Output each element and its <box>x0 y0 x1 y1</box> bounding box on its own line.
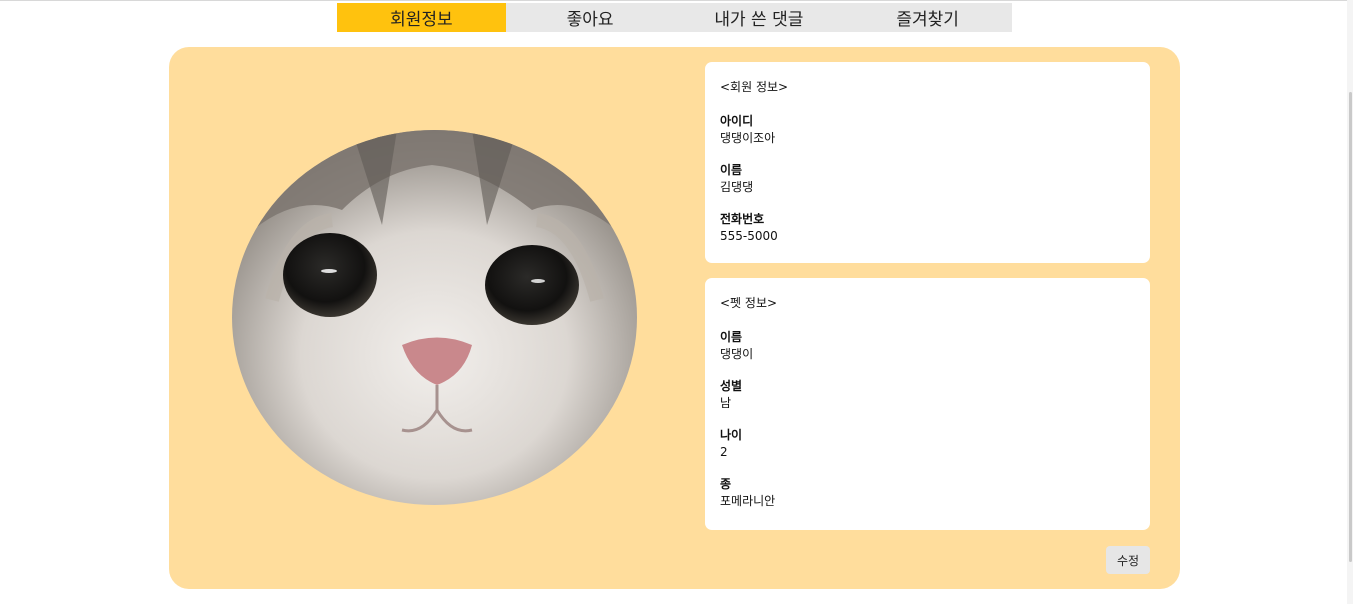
field-pet-age: 나이 2 <box>720 427 1135 461</box>
field-value: 2 <box>720 445 728 459</box>
scrollbar-thumb[interactable] <box>1349 92 1352 562</box>
tab-member-info[interactable]: 회원정보 <box>337 3 506 32</box>
field-label: 이름 <box>720 163 743 177</box>
scrollbar[interactable] <box>1347 0 1353 604</box>
field-label: 성별 <box>720 379 743 393</box>
field-label: 이름 <box>720 330 743 344</box>
profile-photo <box>232 130 637 505</box>
field-value: 남 <box>720 396 732 410</box>
tab-favorites[interactable]: 즐겨찾기 <box>843 3 1012 32</box>
field-user-name: 이름 김댕댕 <box>720 162 1135 196</box>
field-phone: 전화번호 555-5000 <box>720 211 1135 245</box>
top-divider <box>0 0 1353 1</box>
field-value: 댕댕이조아 <box>720 131 776 145</box>
tab-bar: 회원정보 좋아요 내가 쓴 댓글 즐겨찾기 <box>337 3 1012 32</box>
pet-info-card: <펫 정보> 이름 댕댕이 성별 남 나이 2 종 포메라니안 <box>705 278 1150 530</box>
field-value: 포메라니안 <box>720 494 776 508</box>
field-pet-breed: 종 포메라니안 <box>720 476 1135 510</box>
field-label: 전화번호 <box>720 212 765 226</box>
field-value: 댕댕이 <box>720 347 754 361</box>
member-info-heading: <회원 정보> <box>720 80 789 94</box>
field-user-id: 아이디 댕댕이조아 <box>720 113 1135 147</box>
tab-my-comments[interactable]: 내가 쓴 댓글 <box>674 3 844 32</box>
field-label: 나이 <box>720 428 743 442</box>
field-pet-sex: 성별 남 <box>720 378 1135 412</box>
cat-photo-icon <box>232 130 637 505</box>
edit-button[interactable]: 수정 <box>1106 546 1150 574</box>
field-value: 김댕댕 <box>720 180 754 194</box>
field-pet-name: 이름 댕댕이 <box>720 329 1135 363</box>
field-value: 555-5000 <box>720 229 778 243</box>
member-info-card: <회원 정보> 아이디 댕댕이조아 이름 김댕댕 전화번호 555-5000 <box>705 62 1150 263</box>
pet-info-heading: <펫 정보> <box>720 296 778 310</box>
tab-likes[interactable]: 좋아요 <box>505 3 675 32</box>
field-label: 아이디 <box>720 114 754 128</box>
field-label: 종 <box>720 477 732 491</box>
profile-panel: <회원 정보> 아이디 댕댕이조아 이름 김댕댕 전화번호 555-5000 <… <box>169 47 1180 589</box>
